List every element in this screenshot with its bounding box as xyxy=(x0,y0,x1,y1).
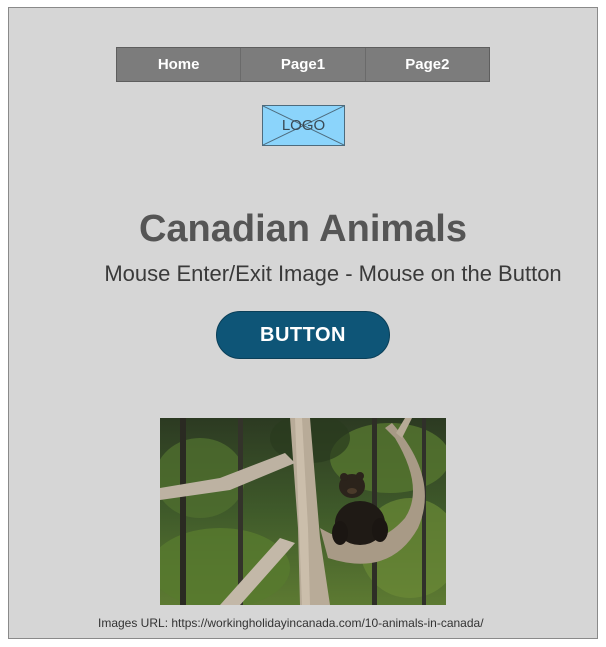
animal-photo[interactable] xyxy=(160,418,446,605)
logo-placeholder: LOGO xyxy=(262,105,345,146)
page-subtitle: Mouse Enter/Exit Image - Mouse on the Bu… xyxy=(104,261,562,286)
top-nav: Home Page1 Page2 xyxy=(116,47,490,82)
main-button[interactable]: BUTTON xyxy=(216,311,390,359)
image-source-caption: Images URL: https://workingholidayincana… xyxy=(98,616,484,630)
nav-item-page2[interactable]: Page2 xyxy=(366,48,489,81)
page-title: Canadian Animals xyxy=(138,208,467,250)
logo-text: LOGO xyxy=(281,117,326,134)
nav-item-page1[interactable]: Page1 xyxy=(241,48,366,81)
bear-in-tree-image xyxy=(160,418,446,605)
nav-item-home[interactable]: Home xyxy=(117,48,242,81)
